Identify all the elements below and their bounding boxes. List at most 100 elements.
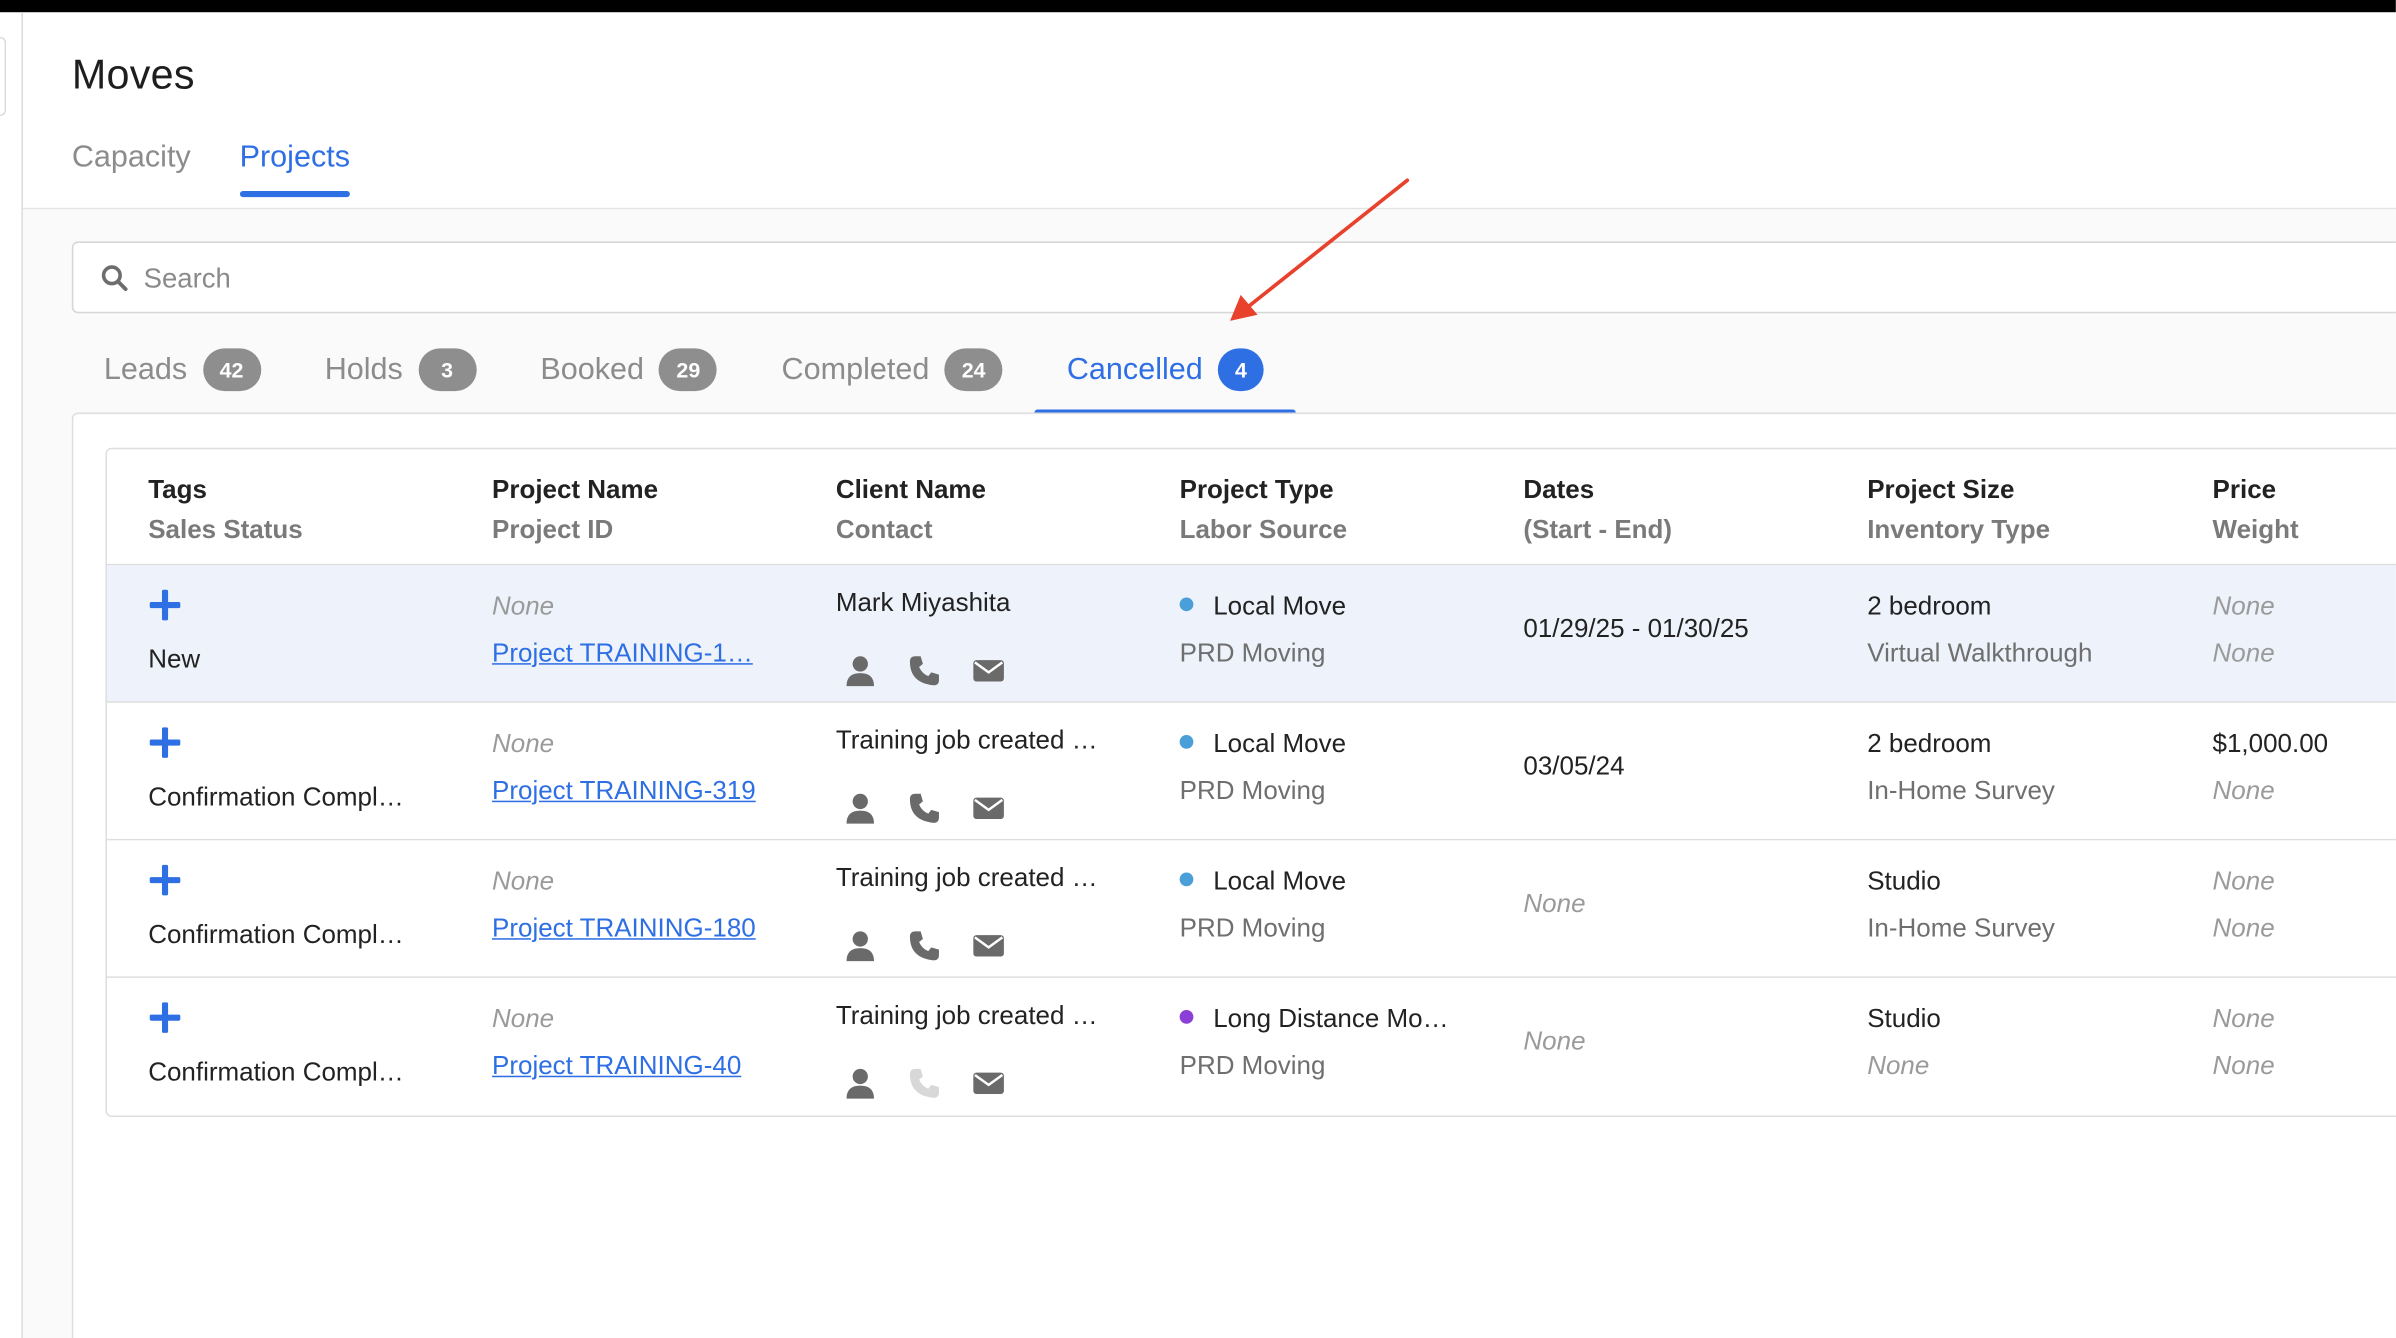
project-type: Local Move — [1179, 728, 1347, 760]
project-id-link[interactable]: Project TRAINING-40 — [492, 1051, 741, 1082]
count-badge: 24 — [944, 348, 1003, 392]
project-id-link[interactable]: Project TRAINING-180 — [492, 914, 756, 945]
add-tag-icon[interactable] — [148, 863, 182, 897]
add-tag-icon[interactable] — [148, 588, 182, 622]
header-label: Client Name — [835, 475, 986, 505]
dates: 03/05/24 — [1523, 751, 1625, 781]
project-name: None — [492, 728, 555, 758]
phone-icon[interactable] — [908, 654, 942, 688]
table-row[interactable]: New None Project TRAINING-1… Mark Miyash… — [106, 565, 2396, 703]
status-tab-label: Cancelled — [1066, 352, 1203, 387]
status-tab-leads[interactable]: Leads 42 — [72, 342, 293, 415]
email-icon[interactable] — [972, 1067, 1006, 1101]
header-label: Project Name — [492, 475, 659, 505]
sales-status: Confirmation Compl… — [148, 1057, 404, 1087]
labor-source: PRD Moving — [1179, 1051, 1326, 1081]
header-price[interactable]: Price Weight — [2213, 471, 2299, 550]
count-badge: 3 — [418, 348, 477, 392]
project-type-label: Local Move — [1213, 728, 1347, 758]
project-name: None — [492, 1003, 555, 1033]
project-id-link[interactable]: Project TRAINING-319 — [492, 776, 756, 807]
top-bar — [0, 0, 2396, 13]
person-icon[interactable] — [843, 1067, 877, 1101]
header-sublabel: (Start - End) — [1523, 514, 1673, 544]
inventory-type: Virtual Walkthrough — [1867, 638, 2093, 668]
header-sublabel: Labor Source — [1179, 514, 1348, 544]
header-project-size[interactable]: Project Size Inventory Type — [1867, 471, 2050, 550]
sidebar-toggle[interactable] — [0, 36, 7, 117]
project-size: Studio — [1867, 866, 1941, 896]
client-name: Training job created … — [835, 863, 1098, 893]
project-type: Long Distance Mo… — [1179, 1003, 1449, 1035]
header-dates[interactable]: Dates (Start - End) — [1523, 471, 1672, 550]
project-type-label: Local Move — [1213, 591, 1347, 621]
add-tag-icon[interactable] — [148, 726, 182, 760]
inventory-type: In-Home Survey — [1867, 913, 2055, 943]
email-icon[interactable] — [972, 654, 1006, 688]
phone-icon[interactable] — [908, 792, 942, 826]
client-name: Training job created … — [835, 725, 1098, 755]
labor-source: PRD Moving — [1179, 913, 1326, 943]
dates: 01/29/25 - 01/30/25 — [1523, 614, 1749, 644]
tab-capacity[interactable]: Capacity — [72, 141, 191, 194]
status-tab-label: Holds — [324, 352, 403, 387]
price: None — [2212, 1003, 2275, 1033]
email-icon[interactable] — [972, 792, 1006, 826]
weight: None — [2212, 1051, 2275, 1081]
header-sublabel: Project ID — [492, 514, 614, 544]
header-sublabel: Weight — [2212, 514, 2299, 544]
status-tab-booked[interactable]: Booked 29 — [508, 342, 749, 415]
header-client-name[interactable]: Client Name Contact — [836, 471, 986, 550]
main-tabs: Capacity Projects — [72, 141, 351, 198]
project-name: None — [492, 591, 555, 621]
header-sublabel: Sales Status — [148, 514, 303, 544]
email-icon[interactable] — [972, 929, 1006, 963]
table-row[interactable]: Confirmation Compl… None Project TRAININ… — [106, 840, 2396, 978]
dates: None — [1523, 1026, 1586, 1056]
header-sublabel: Contact — [835, 514, 933, 544]
phone-icon[interactable] — [908, 929, 942, 963]
person-icon[interactable] — [843, 654, 877, 688]
person-icon[interactable] — [843, 929, 877, 963]
header-tags[interactable]: Tags Sales Status — [148, 471, 302, 550]
weight: None — [2212, 638, 2275, 668]
table-row[interactable]: Confirmation Compl… None Project TRAININ… — [106, 702, 2396, 841]
person-icon[interactable] — [843, 792, 877, 826]
price: $1,000.00 — [2212, 728, 2329, 758]
project-name: None — [492, 866, 555, 896]
header-label: Project Size — [1867, 475, 2015, 505]
tab-projects[interactable]: Projects — [239, 141, 351, 198]
project-type: Local Move — [1179, 591, 1347, 622]
add-tag-icon[interactable] — [148, 1001, 182, 1035]
status-tab-holds[interactable]: Holds 3 — [293, 342, 509, 415]
search-input[interactable] — [143, 258, 2283, 298]
status-tab-completed[interactable]: Completed 24 — [749, 342, 1034, 415]
sales-status: New — [148, 644, 201, 674]
count-badge: 4 — [1218, 348, 1264, 392]
inventory-type: In-Home Survey — [1867, 776, 2055, 806]
header-label: Dates — [1523, 475, 1595, 505]
project-type-dot — [1179, 1010, 1194, 1024]
table-header: Tags Sales Status Project Name Project I… — [106, 449, 2396, 566]
labor-source: PRD Moving — [1179, 638, 1326, 668]
labor-source: PRD Moving — [1179, 776, 1326, 806]
table-row[interactable]: Confirmation Compl… None Project TRAININ… — [106, 977, 2396, 1116]
project-type-dot — [1179, 734, 1194, 749]
status-tab-cancelled[interactable]: Cancelled 4 — [1034, 342, 1296, 416]
status-tabs: Leads 42 Holds 3 Booked 29 Completed 24 … — [72, 342, 1296, 416]
header-project-type[interactable]: Project Type Labor Source — [1180, 471, 1347, 550]
annotation-arrow — [1230, 178, 1410, 321]
weight: None — [2212, 913, 2275, 943]
project-type-dot — [1179, 597, 1194, 612]
status-tab-label: Leads — [103, 352, 188, 387]
project-id-link[interactable]: Project TRAINING-1… — [492, 639, 753, 670]
project-type: Local Move — [1179, 866, 1346, 897]
header-label: Price — [2212, 475, 2277, 505]
contact-icons — [843, 654, 1005, 688]
header-project-name[interactable]: Project Name Project ID — [492, 471, 658, 550]
header-sublabel: Inventory Type — [1867, 514, 2051, 544]
contact-icons — [843, 792, 1005, 826]
dates: None — [1523, 889, 1586, 919]
project-type-label: Long Distance Mo… — [1213, 1003, 1449, 1033]
project-size: 2 bedroom — [1867, 591, 1992, 621]
